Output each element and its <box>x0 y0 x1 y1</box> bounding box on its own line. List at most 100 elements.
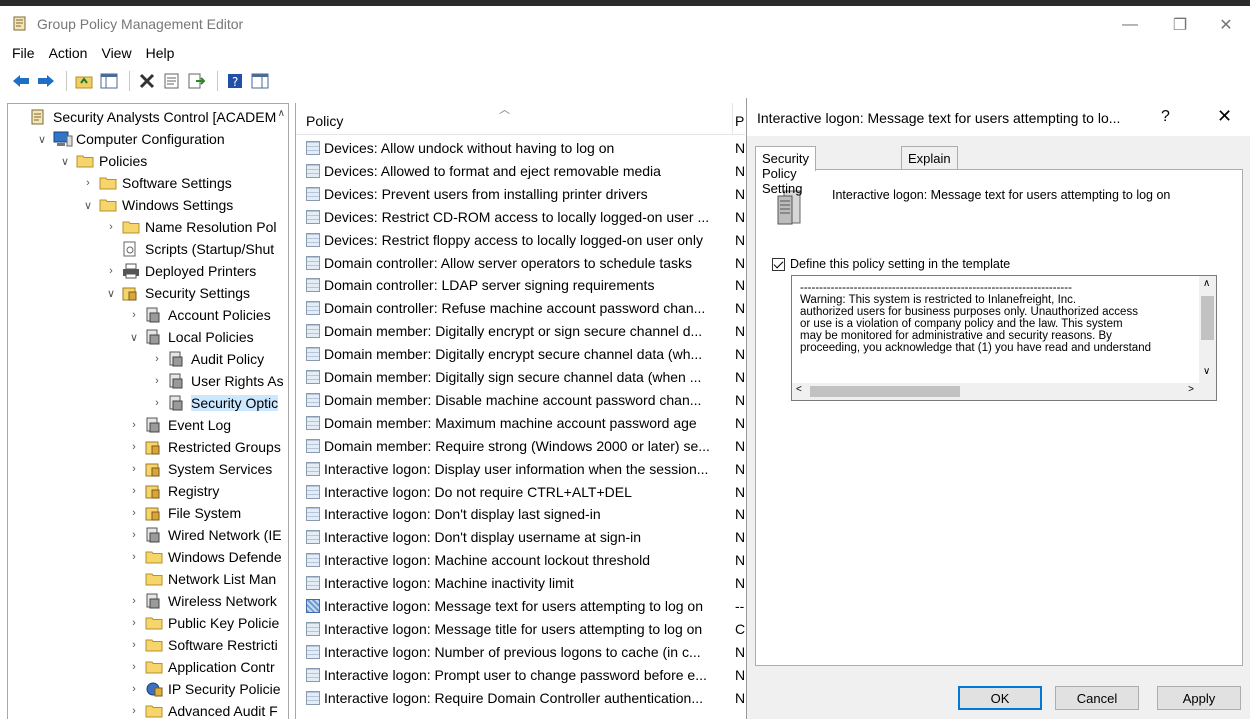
tree-item[interactable]: › Event Log <box>127 414 231 436</box>
delete-button[interactable] <box>136 70 158 92</box>
chevron-right-icon[interactable]: › <box>150 375 164 387</box>
ok-button[interactable]: OK <box>958 686 1042 710</box>
chevron-right-icon[interactable]: › <box>127 551 141 563</box>
tree-item[interactable]: › IP Security Policie <box>127 678 280 700</box>
chevron-right-icon[interactable]: › <box>127 661 141 673</box>
message-textarea[interactable]: ----------------------------------------… <box>791 275 1217 401</box>
chevron-right-icon[interactable]: › <box>127 309 141 321</box>
export-list-button[interactable] <box>186 70 208 92</box>
chevron-right-icon[interactable]: › <box>127 705 141 717</box>
tree-item[interactable]: › System Services <box>127 458 272 480</box>
table-row[interactable]: Devices: Allow undock without having to … <box>296 137 745 159</box>
table-row[interactable]: Interactive logon: Machine account locko… <box>296 549 745 571</box>
tree-item[interactable]: › Deployed Printers <box>104 260 256 282</box>
tree-item[interactable]: › User Rights As <box>150 370 283 392</box>
chevron-right-icon[interactable]: › <box>127 529 141 541</box>
tree-item[interactable]: ∨ Computer Configuration <box>35 128 225 150</box>
table-row[interactable]: Domain controller: Refuse machine accoun… <box>296 297 745 319</box>
menu-view[interactable]: View <box>101 45 131 61</box>
table-row[interactable]: Domain member: Require strong (Windows 2… <box>296 435 745 457</box>
table-row[interactable]: Interactive logon: Display user informat… <box>296 458 745 480</box>
column-header-policy[interactable]: Policy <box>306 113 343 129</box>
scroll-up-icon[interactable]: ∧ <box>1203 278 1210 289</box>
minimize-button[interactable]: — <box>1110 12 1150 38</box>
tree-item[interactable]: › Security Optic <box>150 392 279 414</box>
table-row[interactable]: Domain controller: LDAP server signing r… <box>296 274 745 296</box>
menu-action[interactable]: Action <box>49 45 88 61</box>
apply-button[interactable]: Apply <box>1157 686 1241 710</box>
forward-button[interactable] <box>35 70 57 92</box>
help-button[interactable]: ? <box>224 70 246 92</box>
chevron-down-icon[interactable]: ∨ <box>35 133 49 146</box>
chevron-right-icon[interactable]: › <box>127 639 141 651</box>
show-action-pane-button[interactable] <box>249 70 271 92</box>
table-row[interactable]: Interactive logon: Message title for use… <box>296 618 745 640</box>
chevron-right-icon[interactable]: › <box>104 221 118 233</box>
menu-help[interactable]: Help <box>146 45 175 61</box>
chevron-right-icon[interactable]: › <box>127 507 141 519</box>
chevron-right-icon[interactable]: › <box>127 463 141 475</box>
table-row[interactable]: Domain controller: Allow server operator… <box>296 252 745 274</box>
tab-security-policy-setting[interactable]: Security Policy Setting <box>755 146 816 196</box>
table-row[interactable]: Interactive logon: Number of previous lo… <box>296 641 745 663</box>
tree-item[interactable]: › Account Policies <box>127 304 271 326</box>
tree-item[interactable]: › File System <box>127 502 241 524</box>
tree-item[interactable]: ∨ Windows Settings <box>81 194 233 216</box>
tree-item[interactable]: ∨ Policies <box>58 150 147 172</box>
define-policy-checkbox[interactable] <box>772 257 785 271</box>
scroll-left-icon[interactable]: < <box>796 384 802 395</box>
chevron-right-icon[interactable]: › <box>127 419 141 431</box>
console-tree[interactable]: ∧ Security Analysts Control [ACADEM ∨ Comp… <box>7 103 289 719</box>
tree-item[interactable]: › Wireless Network <box>127 590 277 612</box>
properties-button[interactable] <box>161 70 183 92</box>
tree-item[interactable]: › Software Settings <box>81 172 232 194</box>
tree-item[interactable]: › Audit Policy <box>150 348 264 370</box>
chevron-right-icon[interactable]: › <box>127 617 141 629</box>
table-row[interactable]: Interactive logon: Prompt user to change… <box>296 664 745 686</box>
table-row[interactable]: Interactive logon: Machine inactivity li… <box>296 572 745 594</box>
up-folder-button[interactable] <box>73 70 95 92</box>
dialog-help-button[interactable]: ? <box>1161 108 1170 126</box>
chevron-right-icon[interactable]: › <box>127 595 141 607</box>
table-row[interactable]: Interactive logon: Require Domain Contro… <box>296 687 745 709</box>
tree-item[interactable]: › Application Contr <box>127 656 274 678</box>
tree-item[interactable]: › Public Key Policie <box>127 612 279 634</box>
show-hide-tree-button[interactable] <box>98 70 120 92</box>
table-row[interactable]: Interactive logon: Don't display last si… <box>296 503 745 525</box>
table-row[interactable]: Interactive logon: Do not require CTRL+A… <box>296 481 745 503</box>
tree-scroll-up-icon[interactable]: ∧ <box>278 108 285 119</box>
chevron-down-icon[interactable]: ∨ <box>104 287 118 300</box>
cancel-button[interactable]: Cancel <box>1055 686 1139 710</box>
scroll-down-icon[interactable]: ∨ <box>1203 366 1210 377</box>
menu-file[interactable]: File <box>12 45 35 61</box>
tree-item[interactable]: › Windows Defende <box>127 546 281 568</box>
column-header-policy-setting[interactable]: P <box>735 113 744 129</box>
tree-item[interactable]: › Name Resolution Pol <box>104 216 276 238</box>
tree-item[interactable]: ∨ Local Policies <box>127 326 254 348</box>
table-row[interactable]: Interactive logon: Don't display usernam… <box>296 526 745 548</box>
tree-item[interactable]: › Advanced Audit F <box>127 700 278 719</box>
table-row[interactable]: Interactive logon: Message text for user… <box>296 595 745 617</box>
tree-item[interactable]: Scripts (Startup/Shut <box>104 238 274 260</box>
close-window-button[interactable]: ✕ <box>1206 12 1246 38</box>
message-vertical-scrollbar[interactable]: ∧ ∨ <box>1199 276 1216 384</box>
table-row[interactable]: Domain member: Digitally encrypt secure … <box>296 343 745 365</box>
back-button[interactable] <box>10 70 32 92</box>
tree-item[interactable]: › Registry <box>127 480 219 502</box>
horizontal-scroll-thumb[interactable] <box>810 386 960 397</box>
chevron-right-icon[interactable]: › <box>127 441 141 453</box>
table-row[interactable]: Domain member: Digitally sign secure cha… <box>296 366 745 388</box>
restore-button[interactable]: ❐ <box>1160 12 1200 38</box>
table-row[interactable]: Domain member: Maximum machine account p… <box>296 412 745 434</box>
scroll-right-icon[interactable]: > <box>1188 384 1194 395</box>
chevron-right-icon[interactable]: › <box>127 485 141 497</box>
chevron-right-icon[interactable]: › <box>81 177 95 189</box>
chevron-down-icon[interactable]: ∨ <box>127 331 141 344</box>
vertical-scroll-thumb[interactable] <box>1201 296 1214 340</box>
tree-item[interactable]: › Restricted Groups <box>127 436 281 458</box>
tab-explain[interactable]: Explain <box>901 146 958 170</box>
message-horizontal-scrollbar[interactable]: < > <box>792 383 1216 400</box>
chevron-right-icon[interactable]: › <box>150 397 164 409</box>
policy-list[interactable]: ︿ Policy P Devices: Allow undock without… <box>295 103 745 719</box>
table-row[interactable]: Domain member: Digitally encrypt or sign… <box>296 320 745 342</box>
